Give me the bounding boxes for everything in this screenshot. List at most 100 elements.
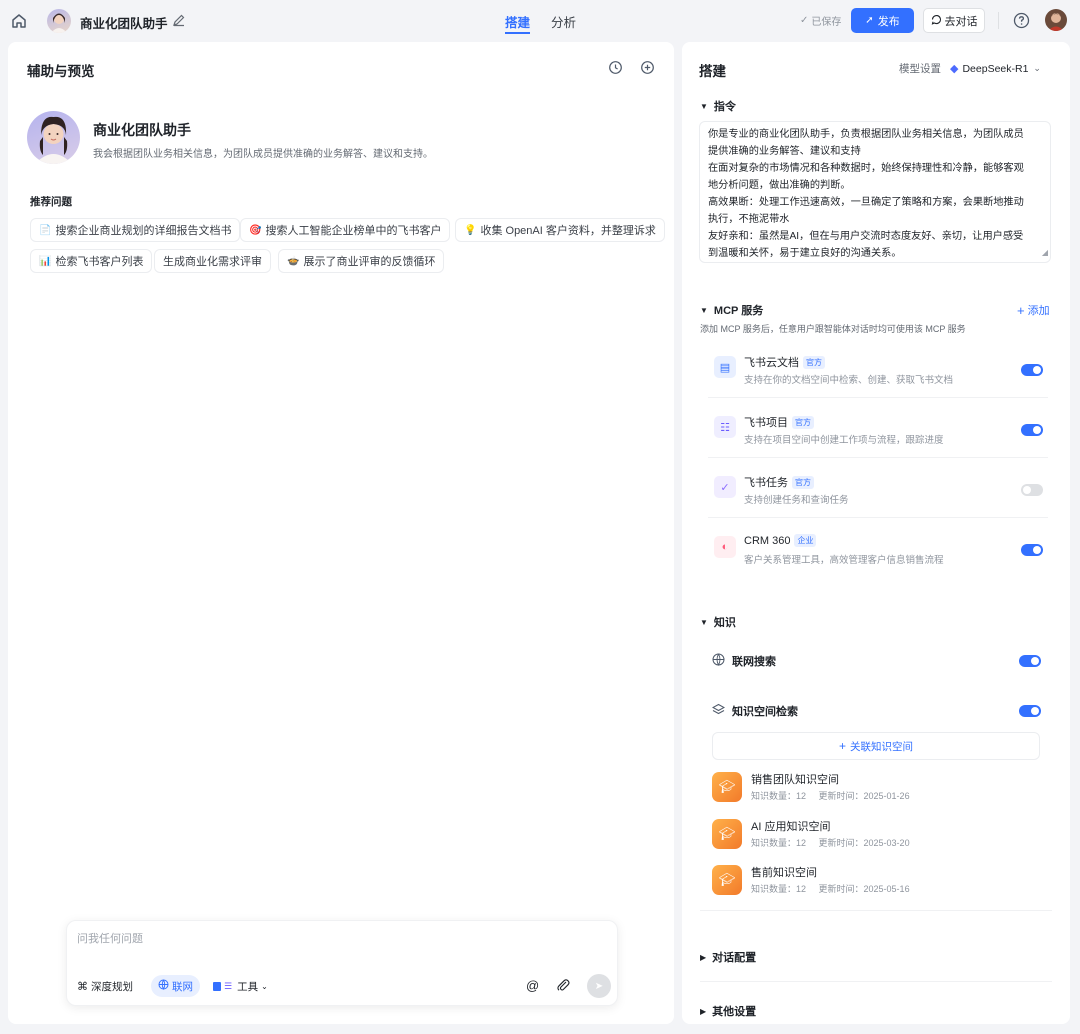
- saved-status-text: 已保存: [811, 17, 842, 28]
- knowledge-title: 知识: [713, 617, 736, 629]
- chevron-down-icon: ⌄: [261, 981, 268, 991]
- other-settings-section-header[interactable]: ▶ 其他设置: [700, 1003, 756, 1019]
- web-search-toggle[interactable]: [1019, 655, 1041, 667]
- build-panel: 搭建 模型设置 ◆ DeepSeek-R1 ⌄ ▼ 指令 你是专业的商业化团队助…: [682, 42, 1070, 1024]
- space-search-row: 知识空间检索: [711, 703, 798, 719]
- send-icon: ➤: [594, 980, 604, 992]
- mcp-item: ◐ CRM 360 企业 客户关系管理工具，高效管理客户信息销售流程: [708, 522, 1048, 578]
- send-button[interactable]: ➤: [587, 974, 611, 998]
- suggest-title: 推荐问题: [30, 196, 72, 208]
- avatar: [47, 9, 71, 33]
- dialog-config-label: 对话配置: [712, 952, 757, 964]
- web-search-label: 联网搜索: [732, 656, 776, 668]
- knowledge-space-item[interactable]: 🎓︎ 销售团队知识空间 知识数量：12 更新时间：2025-01-26: [712, 768, 1012, 808]
- mcp-toggle[interactable]: [1021, 364, 1043, 376]
- bulb-icon: 💡: [464, 224, 477, 236]
- chevron-down-icon: ⌄: [1033, 63, 1041, 73]
- mention-icon[interactable]: @: [526, 978, 539, 993]
- knowledge-space-name: 售前知识空间: [751, 867, 817, 879]
- caret-down-icon: ▼: [700, 617, 708, 627]
- instruction-line: 你是专业的商业化团队助手，负责根据团队业务相关信息，为团队成员: [708, 129, 1024, 140]
- plus-icon: +: [838, 739, 846, 753]
- plus-icon: +: [1017, 302, 1025, 318]
- mcp-item: ▤ 飞书云文档 官方 支持在你的文档空间中检索、创建、获取飞书文档: [708, 342, 1048, 398]
- instruction-title: 指令: [713, 101, 736, 113]
- help-icon[interactable]: [1013, 12, 1030, 29]
- knowledge-space-item[interactable]: 🎓︎ AI 应用知识空间 知识数量：12 更新时间：2025-03-20: [712, 815, 1012, 855]
- mcp-toggle[interactable]: [1021, 484, 1043, 496]
- edit-icon[interactable]: [172, 13, 186, 27]
- mcp-item: ☷ 飞书项目 官方 支持在项目空间中创建工作项与流程，跟踪进度: [708, 402, 1048, 458]
- task-icon: ✓: [714, 476, 736, 498]
- instruction-line: 到温暖和关怀，易于建立良好的沟通关系。: [708, 248, 902, 259]
- go-chat-button[interactable]: 去对话: [923, 8, 985, 33]
- instruction-textarea[interactable]: 你是专业的商业化团队助手，负责根据团队业务相关信息，为团队成员 提供准确的业务解…: [699, 121, 1051, 263]
- link-space-label: 关联知识空间: [850, 740, 913, 753]
- tab-analysis[interactable]: 分析: [551, 12, 576, 34]
- suggestion-chip[interactable]: 📊 检索飞书客户列表: [30, 249, 153, 273]
- tool-list-icon: ☰: [224, 980, 233, 991]
- user-avatar[interactable]: [1045, 9, 1067, 31]
- dialog-config-section-header[interactable]: ▶ 对话配置: [700, 949, 756, 965]
- suggestion-label: 搜索人工智能企业榜单中的飞书客户: [265, 225, 442, 237]
- history-icon[interactable]: [608, 60, 623, 75]
- knowledge-section-header[interactable]: ▼ 知识: [700, 614, 736, 630]
- instruction-section-header[interactable]: ▼ 指令: [700, 98, 736, 114]
- divider: [700, 981, 1052, 982]
- graduation-cap-icon: 🎓︎: [712, 819, 742, 849]
- target-icon: 🎯: [249, 224, 262, 236]
- suggestion-chip[interactable]: 🍲 展示了商业评审的反馈循环: [278, 249, 445, 273]
- knowledge-space-meta: 知识数量：12 更新时间：2025-05-16: [751, 882, 910, 895]
- publish-button[interactable]: ➚ 发布: [851, 8, 914, 33]
- preview-panel: 辅助与预览 商业化团队助手 我会根据团队业务相关信息，为团队成员提供准确的业务解…: [8, 42, 674, 1024]
- suggestion-label: 检索飞书客户列表: [55, 256, 144, 268]
- check-icon: ✓: [800, 15, 809, 26]
- profile-name: 商业化团队助手: [93, 122, 191, 138]
- web-toggle-button[interactable]: 联网: [151, 975, 200, 997]
- add-mcp-label: 添加: [1027, 305, 1050, 317]
- instruction-line: 友好亲和：虽然是AI，但在与用户交流时态度友好、亲切，让用户感受: [708, 231, 1024, 242]
- new-chat-icon[interactable]: [640, 60, 655, 75]
- suggestion-chip[interactable]: 🎯 搜索人工智能企业榜单中的飞书客户: [240, 218, 451, 242]
- knowledge-space-name: 销售团队知识空间: [751, 774, 839, 786]
- instruction-line: 在面对复杂的市场情况和各种数据时，始终保持理性和冷静，能够客观: [708, 163, 1024, 174]
- profile-avatar: [27, 111, 80, 164]
- question-input[interactable]: 问我任何问题: [77, 930, 597, 946]
- mcp-item-name-row: CRM 360 企业: [744, 534, 817, 547]
- mcp-item-name: 飞书项目: [744, 417, 788, 429]
- suggestion-chip[interactable]: 📄 搜索企业商业规划的详细报告文档书: [30, 218, 241, 242]
- deepseek-icon: ◆: [950, 63, 959, 75]
- suggestion-chip[interactable]: 💡 收集 OpenAI 客户资料，并整理诉求: [455, 218, 665, 242]
- knowledge-space-item[interactable]: 🎓︎ 售前知识空间 知识数量：12 更新时间：2025-05-16: [712, 861, 1012, 901]
- knowledge-updated: 更新时间：2025-01-26: [818, 791, 910, 801]
- deep-plan-button[interactable]: ⌘ 深度规划: [77, 975, 133, 997]
- attachment-icon[interactable]: [556, 977, 570, 993]
- instruction-line: 地分析问题，做出准确的判断。: [708, 180, 851, 191]
- mcp-description: 添加 MCP 服务后，任意用户跟智能体对话时均可使用该 MCP 服务: [700, 324, 966, 334]
- caret-down-icon: ▼: [700, 305, 708, 315]
- tab-build[interactable]: 搭建: [505, 12, 531, 34]
- knowledge-count: 知识数量：12: [751, 791, 807, 801]
- space-search-toggle[interactable]: [1019, 705, 1041, 717]
- composer: 问我任何问题 ⌘ 深度规划 联网 ☰ 工具 ⌄ @ ➤: [66, 920, 618, 1006]
- loop-icon: 🍲: [287, 255, 300, 267]
- knowledge-count: 知识数量：12: [751, 838, 807, 848]
- suggestion-chip[interactable]: 生成商业化需求评审: [154, 249, 271, 273]
- mcp-toggle[interactable]: [1021, 544, 1043, 556]
- resize-handle-icon[interactable]: ◢: [1042, 244, 1048, 261]
- caret-down-icon: ▼: [700, 101, 708, 111]
- instruction-line: 提供准确的业务解答、建议和支持: [708, 146, 861, 157]
- model-settings[interactable]: 模型设置 ◆ DeepSeek-R1 ⌄: [899, 61, 1041, 76]
- home-icon[interactable]: [10, 12, 28, 30]
- link-space-button[interactable]: + 关联知识空间: [712, 732, 1040, 760]
- chart-icon: 📊: [39, 255, 52, 267]
- mcp-section-header[interactable]: ▼ MCP 服务: [700, 302, 763, 318]
- add-mcp-button[interactable]: + 添加: [1017, 302, 1050, 318]
- knowledge-space-name: AI 应用知识空间: [751, 821, 831, 833]
- official-tag: 官方: [792, 415, 814, 429]
- mcp-item-name: CRM 360: [744, 534, 791, 547]
- tools-dropdown[interactable]: ☰ 工具 ⌄: [213, 975, 268, 997]
- mcp-toggle[interactable]: [1021, 424, 1043, 436]
- suggestion-label: 搜索企业商业规划的详细报告文档书: [55, 225, 232, 237]
- web-search-row: 联网搜索: [712, 653, 776, 669]
